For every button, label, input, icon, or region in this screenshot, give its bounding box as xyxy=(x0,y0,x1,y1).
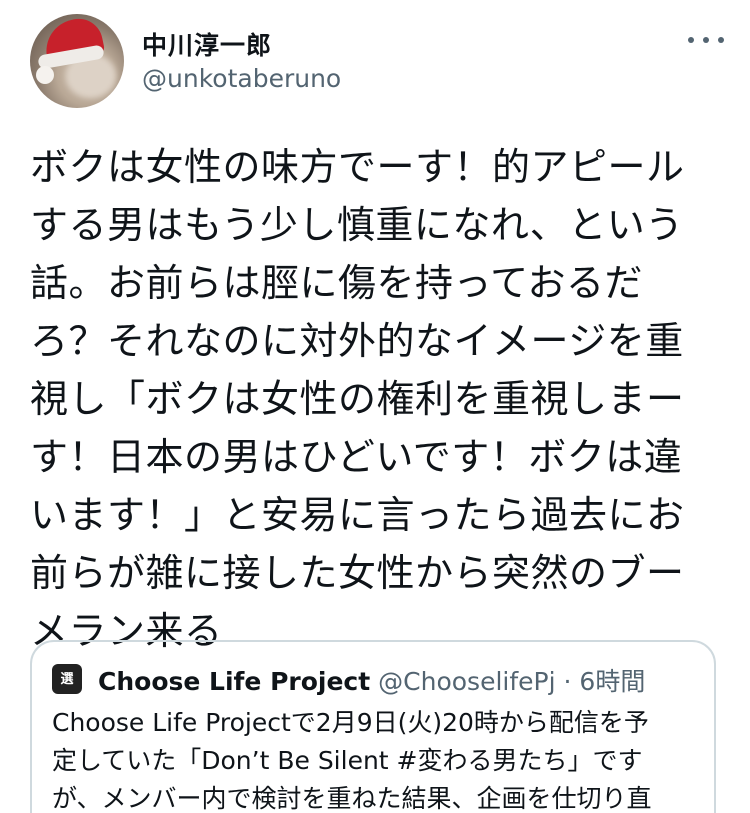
quoted-tweet-card[interactable]: 選 Choose Life Project @ChooselifePj · 6時… xyxy=(30,640,716,813)
santa-hat-pom xyxy=(36,66,54,84)
more-horizontal-icon-dot xyxy=(718,37,724,43)
quoted-author-handle: @ChooselifePj xyxy=(378,667,556,696)
quoted-timestamp: 6時間 xyxy=(579,667,646,696)
tweet-header: 中川淳一郎 @unkotaberuno xyxy=(0,0,750,120)
more-horizontal-icon xyxy=(688,37,694,43)
quoted-author-avatar: 選 xyxy=(52,664,82,694)
more-horizontal-icon-dot xyxy=(703,37,709,43)
author-avatar[interactable] xyxy=(30,14,124,108)
author-display-name[interactable]: 中川淳一郎 xyxy=(142,26,272,62)
quoted-author-name: Choose Life Project xyxy=(98,667,371,696)
quoted-tweet-text: Choose Life Projectで2月9日(火)20時から配信を予 定して… xyxy=(52,708,652,813)
more-options-button[interactable] xyxy=(688,28,724,52)
author-handle[interactable]: @unkotaberuno xyxy=(142,64,341,93)
tweet-body-text: ボクは女性の味方でーす！的アピール する男はもう少し慎重になれ、という 話。お前… xyxy=(30,145,685,653)
quoted-separator: · xyxy=(563,667,572,696)
quoted-tweet-header: Choose Life Project @ChooselifePj · 6時間 xyxy=(98,662,645,698)
